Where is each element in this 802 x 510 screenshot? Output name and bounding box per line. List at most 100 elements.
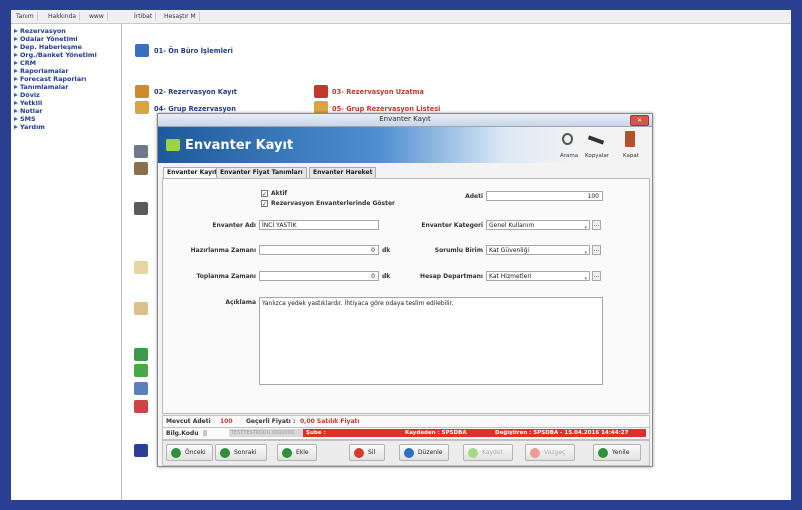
clipboard-icon (134, 261, 148, 274)
kategori-value: Genel Kullanım (489, 222, 535, 229)
envanter-adi-input[interactable]: İNCİ YASTIK (259, 220, 379, 230)
exit-door-icon[interactable] (625, 131, 635, 147)
hesap-value: Kat Hizmetleri (489, 273, 532, 280)
refresh-label: Yenile (612, 449, 630, 456)
delete-label: Sil (368, 449, 376, 456)
save-label: Kaydet (482, 449, 503, 456)
adet-input[interactable]: 100 (486, 191, 603, 201)
kaydeden-label: Kaydeden : SPSDBA (405, 430, 467, 436)
menu-hesastir[interactable]: Hesaştır M (161, 12, 200, 21)
edit-button[interactable]: Düzenle (399, 444, 449, 461)
bilg-kodu-value: || (203, 430, 208, 437)
tab-envanter-hareket[interactable]: Envanter Hareket (309, 167, 377, 178)
sidebar-item-doviz[interactable]: Döviz (14, 91, 40, 99)
calendar-icon (314, 85, 328, 98)
hesap-select[interactable]: Kat Hizmetleri ▾ (486, 271, 590, 281)
next-button[interactable]: Sonraki (215, 444, 267, 461)
sidebar-item-odalar[interactable]: Odalar Yönetimi (14, 35, 78, 43)
aktif-checkbox[interactable]: ✓ (261, 190, 268, 198)
header-title: Envanter Kayıt (185, 138, 294, 153)
action-kapat[interactable]: Kapat (616, 153, 646, 159)
reservation-icon (135, 85, 149, 98)
refresh-icon (598, 448, 608, 458)
search-icon[interactable] (562, 133, 573, 145)
aciklama-label: Açıklama (225, 299, 256, 306)
sidebar-item-raporlamalar[interactable]: Raporlamalar (13, 67, 68, 75)
sorumlu-value: Kat Güvenliği (489, 247, 530, 254)
plus-icon (282, 448, 292, 458)
checkmark-icon (468, 448, 478, 458)
hazirlanma-input[interactable]: 0 (259, 245, 379, 255)
menu-hakkinda[interactable]: Hakkında (45, 12, 81, 21)
toplanma-input[interactable]: 0 (259, 271, 379, 281)
tool-icon (134, 145, 148, 158)
user-icon (134, 202, 148, 215)
sorumlu-select[interactable]: Kat Güvenliği ▾ (486, 245, 590, 255)
link-rez-kayit[interactable]: 02- Rezervasyon Kayıt (154, 88, 237, 96)
move-icon (134, 364, 148, 377)
sorumlu-browse-button[interactable]: … (592, 245, 601, 255)
copy-icon[interactable] (587, 135, 605, 145)
cancel-label: Vazgeç (544, 449, 566, 456)
mevcut-label: Mevcut Adeti (166, 418, 211, 425)
tab-fiyat-tanimlari[interactable]: Envanter Fiyat Tanımları (216, 167, 307, 178)
sidebar-item-banket[interactable]: Org./Banket Yönetimi (14, 51, 97, 59)
sorumlu-label: Sorumlu Birim (434, 247, 483, 254)
sube-label: Şube : (306, 430, 326, 436)
sidebar-item-crm[interactable]: CRM (14, 59, 36, 67)
sidebar-item-sms[interactable]: SMS (14, 115, 36, 123)
menu-irtibat[interactable]: İrtibat (131, 12, 157, 21)
add-label: Ekle (296, 449, 309, 456)
rez-goster-label: Rezervasyon Envanterlerinde Göster (271, 200, 396, 207)
degistiren-label: Değiştiren : SPSDBA - 15.04.2016 14:44:2… (495, 430, 629, 436)
action-arama[interactable]: Arama (554, 153, 584, 159)
sidebar-item-rezervasyon[interactable]: Rezervasyon (14, 27, 66, 35)
kategori-browse-button[interactable]: … (592, 220, 601, 230)
sidebar-item-yardim[interactable]: Yardım (14, 123, 45, 131)
sidebar-item-haberlesme[interactable]: Dep. Haberleşme (14, 43, 82, 51)
adet-label: Adeti (465, 193, 483, 200)
sidebar-item-forecast[interactable]: Forecast Raporları (13, 75, 86, 83)
refresh-button[interactable]: Yenile (593, 444, 641, 461)
list-icon (134, 382, 148, 395)
bilg-kodu-label: Bilg.Kodu (166, 430, 199, 437)
rez-goster-checkbox[interactable]: ✓ (261, 200, 268, 208)
add-button[interactable]: Ekle (277, 444, 317, 461)
settings-icon (134, 162, 148, 175)
calendar-small-icon (134, 400, 148, 413)
dialog-header: Envanter Kayıt Arama Kopyalar Kapat (158, 127, 652, 163)
front-office-icon (135, 44, 149, 57)
group-icon (135, 101, 149, 114)
previous-label: Önceki (185, 449, 206, 456)
kategori-select[interactable]: Genel Kullanım ▾ (486, 220, 590, 230)
button-bar: Önceki Sonraki Ekle Sil Düzenle Kaydet V… (162, 440, 650, 466)
menu-tanim[interactable]: Tanım (13, 12, 38, 21)
sidebar: Rezervasyon Odalar Yönetimi Dep. Haberle… (11, 24, 122, 500)
action-kopyalar[interactable]: Kopyalar (582, 153, 612, 159)
hesap-browse-button[interactable]: … (592, 271, 601, 281)
mevcut-value: 100 (220, 418, 233, 425)
cancel-button[interactable]: Vazgeç (525, 444, 575, 461)
menu-www[interactable]: www (86, 12, 108, 21)
chevron-down-icon: ▾ (584, 276, 587, 281)
link-on-buro[interactable]: 01- Ön Büro İşlemleri (154, 47, 233, 55)
aktif-label: Aktif (271, 190, 288, 197)
inventory-icon (166, 139, 180, 151)
save-button[interactable]: Kaydet (463, 444, 513, 461)
hazirlanma-label: Hazırlanma Zamanı (190, 247, 256, 254)
link-grup-rez[interactable]: 04- Grup Rezervasyon (154, 105, 236, 113)
sidebar-item-notlar[interactable]: Notlar (13, 107, 42, 115)
link-rez-uzatma[interactable]: 03- Rezervasyon Uzatma (332, 88, 424, 96)
arrow-right-icon (220, 448, 230, 458)
sidebar-item-yetkili[interactable]: Yetkili (13, 99, 42, 107)
hazirlanma-unit: dk (382, 247, 391, 254)
sidebar-item-tanimlamalar[interactable]: Tanımlamalar (13, 83, 68, 91)
previous-button[interactable]: Önceki (166, 444, 213, 461)
delete-button[interactable]: Sil (349, 444, 385, 461)
dialog-title: Envanter Kayıt (379, 115, 431, 123)
link-grup-liste[interactable]: 05- Grup Rezervasyon Listesi (332, 105, 440, 113)
next-label: Sonraki (234, 449, 257, 456)
aciklama-textarea[interactable]: Yanlızca yedek yastıklardır. İhtiyaca gö… (259, 297, 603, 385)
dialog-close-button[interactable]: ✕ (630, 115, 649, 126)
chevron-down-icon: ▾ (584, 250, 587, 255)
